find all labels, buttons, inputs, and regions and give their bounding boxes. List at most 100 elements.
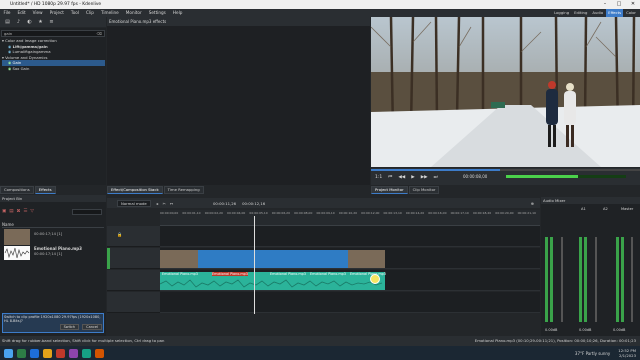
track-header-a2[interactable]: [107, 292, 160, 313]
taskbar-app-5-icon[interactable]: [69, 348, 78, 358]
menu-view[interactable]: View: [29, 9, 46, 17]
properties-icon[interactable]: ☰: [23, 209, 27, 214]
clock-date[interactable]: 2/1/2023: [618, 353, 636, 358]
lock-icon[interactable]: 🔒: [117, 232, 122, 238]
folder-icon[interactable]: ▤: [9, 209, 13, 214]
taskbar-app-4-icon[interactable]: [56, 348, 65, 358]
zoom-select[interactable]: 1:1: [375, 175, 382, 180]
clip-thumbnail-video[interactable]: [4, 229, 30, 245]
timeline-toolbar: Normal mode ▸ ✂ ↔ 00:00:11,26 00:00:12,1…: [107, 198, 540, 208]
weather[interactable]: 37°F Partly sunny: [575, 351, 610, 356]
menu-monitor[interactable]: Monitor: [122, 9, 145, 17]
monitor-timecode[interactable]: 00:00:08,00: [463, 174, 487, 179]
layout-color[interactable]: Color: [624, 9, 638, 17]
track-header-v2[interactable]: 🔒: [107, 226, 160, 247]
layout-audio[interactable]: Audio: [590, 9, 605, 17]
layout-switcher: Logging Editing Audio Effects Color: [552, 9, 638, 17]
close-button[interactable]: ✕: [626, 0, 640, 9]
bin-search-input[interactable]: [72, 209, 102, 215]
filter-icon[interactable]: ▽: [30, 209, 33, 214]
switch-button[interactable]: Switch: [59, 324, 80, 330]
effects-menu-icon[interactable]: ≡: [48, 19, 55, 26]
ruler-tick-label: 00:00:14,20: [405, 211, 425, 215]
effects-tree: ▾ Color and Image correction ◉ Lift/gamm…: [2, 38, 105, 71]
mixer-title: Audio Mixer: [541, 197, 640, 204]
favorites-icon[interactable]: ★: [37, 19, 44, 26]
taskbar-app-6-icon[interactable]: [82, 348, 91, 358]
search-value: gain: [4, 31, 13, 36]
forward-icon[interactable]: ▶▶: [421, 175, 428, 180]
taskbar-app-2-icon[interactable]: [30, 348, 39, 358]
channel-a1-label: A1: [581, 207, 586, 211]
zoom-icon[interactable]: ⊕: [531, 201, 534, 206]
menu-tool[interactable]: Tool: [67, 9, 82, 17]
fader-a2[interactable]: [595, 237, 597, 322]
video-clip[interactable]: [198, 250, 348, 268]
tab-compositions[interactable]: Compositions: [0, 186, 34, 194]
channel-master-label: Master: [621, 207, 634, 211]
fader-master[interactable]: [631, 237, 633, 322]
menu-settings[interactable]: Settings: [145, 9, 169, 17]
tab-effects[interactable]: Effects: [34, 186, 56, 194]
play-icon[interactable]: ▶: [411, 175, 414, 180]
clip-duration-audio: 00:00:17;14 [1]: [34, 252, 63, 256]
cancel-button[interactable]: Cancel: [82, 324, 102, 330]
menu-file[interactable]: File: [0, 9, 14, 17]
tab-effect-stack[interactable]: Effect/Composition Stack: [107, 186, 163, 194]
tab-clip-monitor[interactable]: Clip Monitor: [408, 186, 440, 194]
maximize-button[interactable]: □: [612, 0, 626, 9]
layout-effects[interactable]: Effects: [606, 9, 624, 17]
menu-edit[interactable]: Edit: [14, 9, 29, 17]
taskbar-app-3-icon[interactable]: [43, 348, 52, 358]
tree-item-sox-gain[interactable]: ◉ Sox Gain: [2, 66, 105, 72]
taskbar-app-7-icon[interactable]: [95, 348, 104, 358]
audio-clip-label-2: Emotional Piano.mp3: [212, 272, 248, 276]
rewind-icon[interactable]: ◀◀: [398, 175, 405, 180]
razor-tool-icon[interactable]: ✂: [163, 201, 166, 206]
mixer-master-db[interactable]: 0.00dB: [613, 328, 625, 332]
track-lane-v1[interactable]: [160, 248, 540, 269]
track-lane-a1[interactable]: Emotional Piano.mp3 Emotional Piano.mp3 …: [160, 270, 540, 291]
clear-icon[interactable]: ⌫: [95, 31, 104, 36]
mixer-a2-db[interactable]: 0.00dB: [579, 328, 591, 332]
meter-master-right: [621, 237, 624, 322]
clip-thumbnail-audio[interactable]: [4, 246, 30, 260]
ruler-tick-label: 00:00:12,00: [361, 211, 380, 215]
selection-tool-icon[interactable]: ▸: [157, 201, 159, 206]
playhead[interactable]: [254, 216, 255, 314]
window-title: Untitled* / HD 1080p 29.97 fps - Kdenliv…: [10, 2, 102, 7]
tab-time-remapping[interactable]: Time Remapping: [163, 186, 204, 194]
track-lane-a2[interactable]: [160, 292, 540, 313]
effects-search-input[interactable]: gain ⌫: [1, 30, 105, 37]
mixer-a1-db[interactable]: 0.00dB: [545, 328, 557, 332]
custom-effects-icon[interactable]: ◐: [26, 19, 33, 26]
timeline-position[interactable]: 00:00:11,26: [213, 201, 236, 206]
audio-effects-icon[interactable]: ♪: [15, 19, 22, 26]
menu-clip[interactable]: Clip: [83, 9, 98, 17]
monitor-scrubber[interactable]: [371, 169, 640, 171]
layout-logging[interactable]: Logging: [552, 9, 571, 17]
add-clip-icon[interactable]: ▣: [2, 209, 6, 214]
minimize-button[interactable]: –: [598, 0, 612, 9]
skip-back-icon[interactable]: ⏮: [388, 174, 392, 180]
skip-forward-icon[interactable]: ⏭: [434, 174, 438, 180]
bin-column-name[interactable]: Name: [2, 222, 104, 228]
track-header-v1[interactable]: [107, 248, 160, 269]
video-effects-icon[interactable]: ▤: [4, 19, 11, 26]
effects-toolbar: ▤ ♪ ◐ ★ ≡: [0, 17, 106, 27]
delete-icon[interactable]: ⊠: [17, 209, 21, 214]
timeline-mode-select[interactable]: Normal mode: [117, 199, 151, 207]
start-icon[interactable]: [4, 348, 13, 358]
fader-a1[interactable]: [561, 237, 563, 322]
tab-project-monitor[interactable]: Project Monitor: [371, 186, 408, 194]
timeline-ruler[interactable]: 00:00:00,00 00:00:01,10 00:00:02,20 00:00:0…: [160, 210, 540, 226]
taskbar-app-1-icon[interactable]: [17, 348, 26, 358]
menu-help[interactable]: Help: [169, 9, 186, 17]
clip-name-audio[interactable]: Emotional Piano.mp3: [34, 246, 82, 251]
spacer-tool-icon[interactable]: ↔: [170, 201, 173, 206]
menu-timeline[interactable]: Timeline: [97, 9, 122, 17]
track-header-a1[interactable]: [107, 270, 160, 291]
menu-project[interactable]: Project: [46, 9, 67, 17]
track-lane-v2[interactable]: [160, 226, 540, 247]
layout-editing[interactable]: Editing: [572, 9, 589, 17]
